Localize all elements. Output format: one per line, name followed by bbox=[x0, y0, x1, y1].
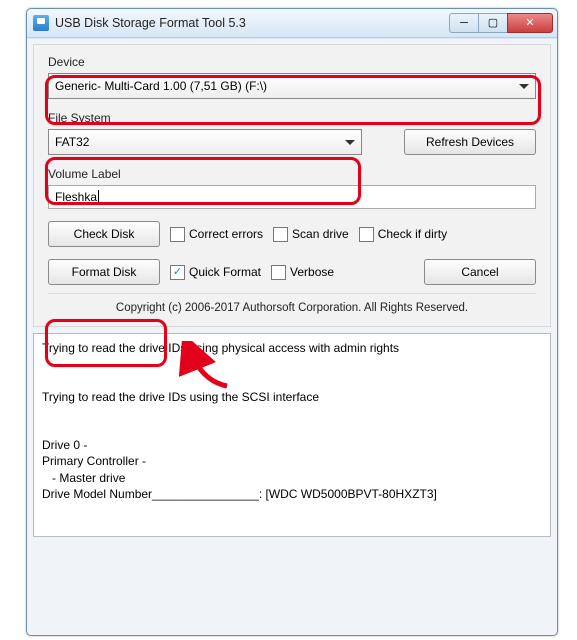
volume-label-input[interactable]: Fleshka bbox=[48, 185, 536, 209]
checkbox-icon bbox=[170, 227, 185, 242]
window-controls: ─ ▢ ✕ bbox=[450, 13, 553, 33]
cancel-button[interactable]: Cancel bbox=[424, 259, 536, 285]
close-button[interactable]: ✕ bbox=[507, 13, 553, 33]
checkbox-icon bbox=[273, 227, 288, 242]
chevron-down-icon bbox=[345, 140, 355, 145]
chevron-down-icon bbox=[519, 84, 529, 89]
verbose-checkbox[interactable]: Verbose bbox=[271, 265, 334, 280]
scan-drive-checkbox[interactable]: Scan drive bbox=[273, 227, 349, 242]
format-disk-button[interactable]: Format Disk bbox=[48, 259, 160, 285]
device-label: Device bbox=[48, 55, 536, 69]
window-title: USB Disk Storage Format Tool 5.3 bbox=[55, 16, 450, 30]
filesystem-label: File System bbox=[48, 111, 536, 125]
refresh-devices-button[interactable]: Refresh Devices bbox=[404, 129, 536, 155]
check-dirty-checkbox[interactable]: Check if dirty bbox=[359, 227, 447, 242]
check-disk-button[interactable]: Check Disk bbox=[48, 221, 160, 247]
quick-format-checkbox[interactable]: ✓ Quick Format bbox=[170, 265, 261, 280]
correct-errors-checkbox[interactable]: Correct errors bbox=[170, 227, 263, 242]
log-output[interactable]: Trying to read the drive IDs using physi… bbox=[33, 333, 551, 537]
volume-label-label: Volume Label bbox=[48, 167, 536, 181]
app-window: USB Disk Storage Format Tool 5.3 ─ ▢ ✕ D… bbox=[26, 8, 558, 636]
copyright-text: Copyright (c) 2006-2017 Authorsoft Corpo… bbox=[48, 293, 536, 318]
checkbox-icon bbox=[271, 265, 286, 280]
text-caret bbox=[98, 190, 99, 204]
minimize-button[interactable]: ─ bbox=[449, 13, 479, 33]
device-value: Generic- Multi-Card 1.00 (7,51 GB) (F:\) bbox=[55, 79, 267, 93]
titlebar[interactable]: USB Disk Storage Format Tool 5.3 ─ ▢ ✕ bbox=[27, 9, 557, 38]
app-icon bbox=[33, 15, 49, 31]
device-select[interactable]: Generic- Multi-Card 1.00 (7,51 GB) (F:\) bbox=[48, 73, 536, 99]
volume-value: Fleshka bbox=[55, 190, 97, 204]
main-panel: Device Generic- Multi-Card 1.00 (7,51 GB… bbox=[33, 44, 551, 327]
maximize-button[interactable]: ▢ bbox=[478, 13, 508, 33]
filesystem-select[interactable]: FAT32 bbox=[48, 129, 362, 155]
checkbox-icon: ✓ bbox=[170, 265, 185, 280]
checkbox-icon bbox=[359, 227, 374, 242]
filesystem-value: FAT32 bbox=[55, 135, 89, 149]
